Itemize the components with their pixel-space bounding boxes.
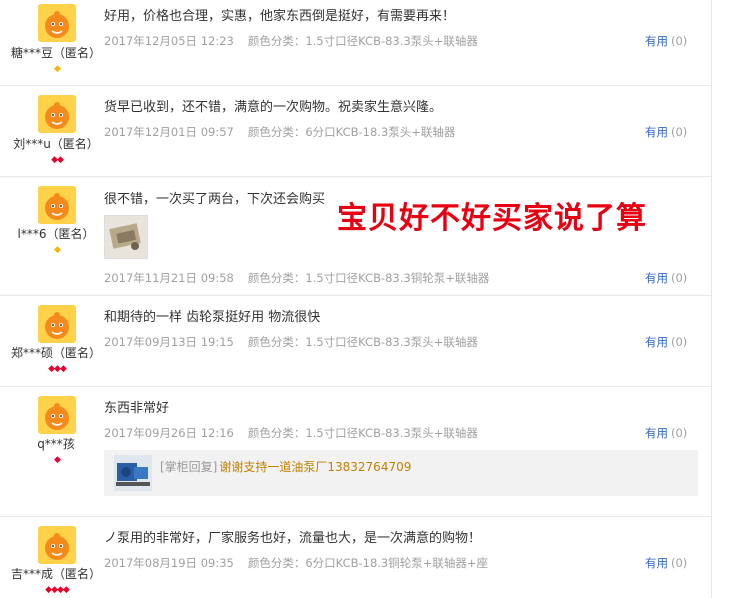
seller-reply-prefix: [掌柜回复] (160, 460, 218, 474)
credit-diamond-icon: ◆ (54, 245, 61, 255)
review-sku: 颜色分类：1.5寸口径KCB-83.3泵头+联轴器 (247, 426, 478, 440)
review-sku: 颜色分类：1.5寸口径KCB-83.3铜轮泵+联轴器 (247, 271, 490, 285)
helpful-count: (0) (671, 271, 688, 285)
review-meta: 2017年09月26日 12:16 颜色分类：1.5寸口径KCB-83.3泵头+联… (104, 425, 478, 441)
helpful-label[interactable]: 有用 (645, 34, 668, 48)
avatar (38, 305, 76, 343)
helpful-label[interactable]: 有用 (645, 335, 668, 349)
promo-overlay-text: 宝贝好不好买家说了算 (337, 201, 647, 236)
helpful-count: (0) (671, 34, 688, 48)
credit-diamond-icon: ◆ (54, 455, 61, 465)
seller-reply-text: [掌柜回复] 谢谢支持一道油泵厂13832764709 (160, 458, 411, 475)
avatar (38, 396, 76, 434)
seller-reply: [掌柜回复] 谢谢支持一道油泵厂13832764709 (104, 450, 698, 496)
right-scroll-area (711, 0, 740, 598)
review-date: 2017年12月01日 09:57 (104, 125, 234, 139)
helpful-count: (0) (671, 556, 688, 570)
review-item: q***孩 ◆ 东西非常好 2017年09月26日 12:16 颜色分类：1.5寸… (0, 386, 711, 517)
review-date: 2017年09月13日 19:15 (104, 335, 234, 349)
review-text: 货早已收到，还不错，满意的一次购物。祝卖家生意兴隆。 (104, 100, 443, 115)
credit-diamond-icon: ◆◆◆◆ (45, 585, 70, 595)
review-item: 郑***硕（匿名） ◆◆◆ 和期待的一样 齿轮泵挺好用 物流很快 2017年09… (0, 295, 711, 387)
seller-reply-image[interactable] (114, 455, 152, 491)
helpful-button[interactable]: 有用 (0) (645, 425, 687, 441)
review-text: ノ泵用的非常好，厂家服务也好，流量也大，是一次满意的购物！ (104, 531, 482, 546)
seller-reply-message: 谢谢支持一道油泵厂13832764709 (219, 460, 412, 474)
credit-diamond-icon: ◆◆◆ (48, 364, 67, 374)
review-text: 东西非常好 (104, 401, 170, 416)
credit-diamond-icon: ◆ (54, 64, 61, 74)
review-text: 和期待的一样 齿轮泵挺好用 物流很快 (104, 310, 321, 325)
review-meta: 2017年12月05日 12:23 颜色分类：1.5寸口径KCB-83.3泵头+联… (104, 33, 478, 49)
helpful-label[interactable]: 有用 (645, 556, 668, 570)
helpful-label[interactable]: 有用 (645, 426, 668, 440)
review-date: 2017年08月19日 09:35 (104, 556, 234, 570)
helpful-count: (0) (671, 335, 688, 349)
credit-diamond-icon: ◆◆ (51, 155, 64, 165)
helpful-count: (0) (671, 125, 688, 139)
helpful-button[interactable]: 有用 (0) (645, 124, 687, 140)
avatar (38, 4, 76, 42)
user-name[interactable]: 糖***豆（匿名） (2, 44, 110, 61)
user-name[interactable]: 吉***成（匿名） (2, 565, 110, 582)
review-sku: 颜色分类：6分口KCB-18.3泵头+联轴器 (247, 125, 456, 139)
review-photo-thumbnail[interactable] (104, 215, 148, 259)
user-name[interactable]: 刘***u（匿名） (2, 135, 110, 152)
avatar (38, 95, 76, 133)
review-item: 刘***u（匿名） ◆◆ 货早已收到，还不错，满意的一次购物。祝卖家生意兴隆。 … (0, 85, 711, 177)
review-sku: 颜色分类：1.5寸口径KCB-83.3泵头+联轴器 (247, 34, 478, 48)
helpful-button[interactable]: 有用 (0) (645, 270, 687, 286)
helpful-button[interactable]: 有用 (0) (645, 33, 687, 49)
review-item: 吉***成（匿名） ◆◆◆◆ ノ泵用的非常好，厂家服务也好，流量也大，是一次满意… (0, 516, 711, 598)
review-text: 很不错，一次买了两台，下次还会购买 (104, 192, 326, 207)
helpful-button[interactable]: 有用 (0) (645, 334, 687, 350)
helpful-label[interactable]: 有用 (645, 271, 668, 285)
review-item: 糖***豆（匿名） ◆ 好用，价格也合理，实惠，他家东西倒是挺好，有需要再来！ … (0, 0, 711, 86)
helpful-button[interactable]: 有用 (0) (645, 555, 687, 571)
review-meta: 2017年09月13日 19:15 颜色分类：1.5寸口径KCB-83.3泵头+联… (104, 334, 478, 350)
user-name[interactable]: q***孩 (2, 435, 110, 452)
review-date: 2017年09月26日 12:16 (104, 426, 234, 440)
review-date: 2017年12月05日 12:23 (104, 34, 234, 48)
user-name[interactable]: 郑***硕（匿名） (2, 344, 110, 361)
review-meta: 2017年11月21日 09:58 颜色分类：1.5寸口径KCB-83.3铜轮泵+… (104, 270, 489, 286)
review-meta: 2017年08月19日 09:35 颜色分类：6分口KCB-18.3铜轮泵+联轴器… (104, 555, 488, 571)
user-name[interactable]: l***6（匿名） (2, 225, 110, 242)
helpful-count: (0) (671, 426, 688, 440)
helpful-label[interactable]: 有用 (645, 125, 668, 139)
avatar (38, 186, 76, 224)
review-sku: 颜色分类：6分口KCB-18.3铜轮泵+联轴器+座 (247, 556, 489, 570)
review-date: 2017年11月21日 09:58 (104, 271, 234, 285)
review-meta: 2017年12月01日 09:57 颜色分类：6分口KCB-18.3泵头+联轴器 (104, 124, 455, 140)
review-text: 好用，价格也合理，实惠，他家东西倒是挺好，有需要再来！ (104, 9, 456, 24)
avatar (38, 526, 76, 564)
review-sku: 颜色分类：1.5寸口径KCB-83.3泵头+联轴器 (247, 335, 478, 349)
